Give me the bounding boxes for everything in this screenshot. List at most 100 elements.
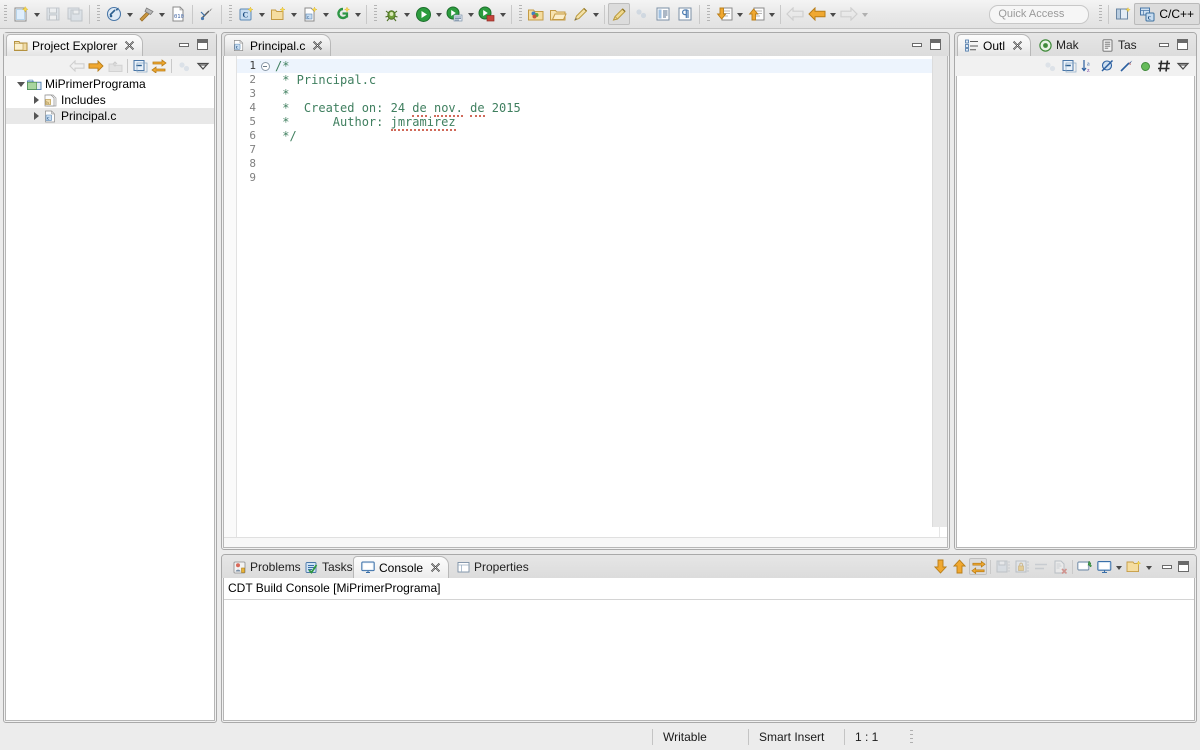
hide-static-button[interactable]: s bbox=[1117, 58, 1135, 75]
display-console-menu-arrow[interactable] bbox=[1114, 556, 1124, 578]
binaries-button[interactable]: 010 bbox=[167, 3, 189, 25]
project-tree[interactable]: MiPrimerPrograma h Includes c Principal.… bbox=[5, 76, 215, 721]
twisty-open-icon[interactable] bbox=[14, 78, 27, 91]
external-tools-menu-arrow[interactable] bbox=[498, 3, 508, 25]
new-class-button[interactable]: C bbox=[235, 3, 257, 25]
new-source-menu-arrow[interactable] bbox=[321, 3, 331, 25]
maximize-icon[interactable] bbox=[1178, 561, 1189, 572]
new-folder-menu-arrow[interactable] bbox=[289, 3, 299, 25]
marker-button[interactable] bbox=[608, 3, 630, 25]
tab-principal-c[interactable]: c Principal.c bbox=[224, 34, 332, 56]
minimize-icon[interactable] bbox=[179, 42, 189, 47]
run-config-button[interactable] bbox=[444, 3, 466, 25]
fold-collapse-icon[interactable] bbox=[260, 61, 270, 71]
collapse-all-button[interactable] bbox=[131, 58, 149, 75]
new-class-menu-arrow[interactable] bbox=[257, 3, 267, 25]
view-menu-button[interactable] bbox=[194, 58, 212, 75]
link-with-editor-button[interactable] bbox=[150, 58, 168, 75]
new-c-project-button[interactable] bbox=[10, 3, 32, 25]
tab-outline[interactable]: Outl bbox=[957, 34, 1032, 56]
tab-task-list[interactable]: Tas bbox=[1095, 34, 1144, 56]
debug-menu-arrow[interactable] bbox=[402, 3, 412, 25]
fold-toggle[interactable] bbox=[259, 59, 271, 73]
toolbar-grip[interactable] bbox=[519, 5, 522, 23]
build-all-button[interactable] bbox=[103, 3, 125, 25]
save-button[interactable] bbox=[42, 3, 64, 25]
tab-properties[interactable]: Properties bbox=[450, 556, 536, 578]
new-wizard-menu-arrow[interactable] bbox=[353, 3, 363, 25]
editor-horizontal-scrollbar[interactable] bbox=[224, 537, 947, 547]
tree-item-includes[interactable]: h Includes bbox=[6, 92, 214, 108]
console-content[interactable]: CDT Build Console [MiPrimerPrograma] bbox=[223, 578, 1195, 721]
hide-non-public-button[interactable] bbox=[1136, 58, 1154, 75]
tab-project-explorer[interactable]: Project Explorer bbox=[6, 34, 144, 56]
prev-edit-button[interactable] bbox=[745, 3, 767, 25]
open-type-button[interactable] bbox=[547, 3, 569, 25]
build-all-menu-arrow[interactable] bbox=[125, 3, 135, 25]
forward-button[interactable] bbox=[838, 3, 860, 25]
perspective-grip[interactable] bbox=[1099, 5, 1103, 23]
status-resize-grip[interactable] bbox=[910, 730, 914, 744]
clean-button[interactable] bbox=[196, 3, 218, 25]
tab-make-target[interactable]: Mak bbox=[1032, 34, 1086, 56]
next-edit-button[interactable] bbox=[713, 3, 735, 25]
toolbar-grip[interactable] bbox=[97, 5, 100, 23]
search-pencil-button[interactable] bbox=[569, 3, 591, 25]
view-menu-button[interactable] bbox=[1174, 58, 1192, 75]
console-output[interactable] bbox=[224, 600, 1194, 608]
next-edit-menu-arrow[interactable] bbox=[735, 3, 745, 25]
toolbar-grip[interactable] bbox=[4, 5, 7, 23]
open-console-button[interactable] bbox=[1125, 558, 1143, 575]
hide-macros-button[interactable] bbox=[1155, 58, 1173, 75]
scroll-down-button[interactable] bbox=[931, 558, 949, 575]
new-wizard-button[interactable] bbox=[331, 3, 353, 25]
twisty-closed-icon[interactable] bbox=[30, 110, 43, 123]
minimize-icon[interactable] bbox=[912, 42, 922, 47]
toolbar-grip[interactable] bbox=[374, 5, 377, 23]
debug-button[interactable] bbox=[380, 3, 402, 25]
back-menu-arrow[interactable] bbox=[828, 3, 838, 25]
run-config-menu-arrow[interactable] bbox=[466, 3, 476, 25]
next-annotation-button[interactable] bbox=[630, 3, 652, 25]
save-all-button[interactable] bbox=[64, 3, 86, 25]
collapse-all-button[interactable] bbox=[1060, 58, 1078, 75]
new-folder-button[interactable] bbox=[267, 3, 289, 25]
tree-item-principal-c[interactable]: c Principal.c bbox=[6, 108, 214, 124]
outline-content[interactable] bbox=[956, 76, 1195, 548]
back-button[interactable] bbox=[806, 3, 828, 25]
maximize-icon[interactable] bbox=[930, 39, 941, 50]
display-console-button[interactable] bbox=[1095, 558, 1113, 575]
toolbar-grip[interactable] bbox=[707, 5, 710, 23]
scroll-up-button[interactable] bbox=[950, 558, 968, 575]
tab-console[interactable]: Console bbox=[353, 556, 450, 578]
forward-menu-arrow[interactable] bbox=[860, 3, 870, 25]
minimize-icon[interactable] bbox=[1159, 42, 1169, 47]
code-text[interactable]: /* * Principal.c * * Created on: 24 de n… bbox=[271, 56, 947, 537]
run-button[interactable] bbox=[412, 3, 434, 25]
toolbar-grip[interactable] bbox=[229, 5, 232, 23]
pilcrow-button[interactable] bbox=[674, 3, 696, 25]
tab-problems[interactable]: Problems bbox=[226, 556, 308, 578]
new-source-file-button[interactable]: c bbox=[299, 3, 321, 25]
hide-fields-button[interactable] bbox=[1098, 58, 1116, 75]
back-button[interactable] bbox=[68, 58, 86, 75]
forward-button[interactable] bbox=[87, 58, 105, 75]
maximize-icon[interactable] bbox=[1177, 39, 1188, 50]
editor-body[interactable]: 1 2 3 4 5 6 7 8 9 /* * Principal.c * * C… bbox=[223, 56, 948, 548]
search-menu-arrow[interactable] bbox=[591, 3, 601, 25]
perspective-cpp-button[interactable]: c C/C++ bbox=[1134, 3, 1200, 25]
code-area[interactable]: 1 2 3 4 5 6 7 8 9 /* * Principal.c * * C… bbox=[224, 56, 947, 537]
block-selection-button[interactable] bbox=[652, 3, 674, 25]
run-menu-arrow[interactable] bbox=[434, 3, 444, 25]
new-console-view-button[interactable] bbox=[1076, 558, 1094, 575]
minimize-icon[interactable] bbox=[1162, 564, 1172, 569]
prev-edit-menu-arrow[interactable] bbox=[767, 3, 777, 25]
build-button[interactable] bbox=[135, 3, 157, 25]
new-menu-arrow[interactable] bbox=[32, 3, 42, 25]
maximize-icon[interactable] bbox=[197, 39, 208, 50]
tab-tasks[interactable]: Tasks bbox=[298, 556, 360, 578]
annotation-ruler[interactable] bbox=[224, 56, 237, 537]
build-menu-arrow[interactable] bbox=[157, 3, 167, 25]
open-perspective-button[interactable] bbox=[1112, 3, 1134, 25]
scroll-lock-button[interactable] bbox=[969, 558, 987, 575]
